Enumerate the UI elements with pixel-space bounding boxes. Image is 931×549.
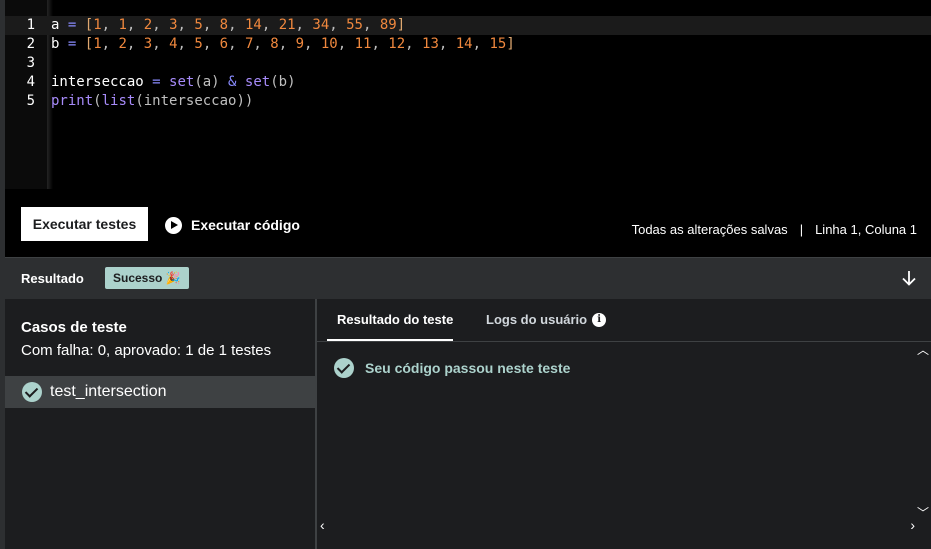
line-number: 3 — [26, 55, 35, 71]
code-text[interactable]: print(list(interseccao)) — [51, 92, 253, 111]
test-case-item[interactable]: test_intersection — [5, 376, 315, 408]
line-number: 4 — [26, 74, 35, 90]
scroll-down-icon[interactable]: ﹀ — [917, 504, 929, 521]
scroll-right-icon[interactable]: › — [910, 517, 915, 533]
code-line[interactable]: 2 b = [1, 2, 3, 4, 5, 6, 7, 8, 9, 10, 11,… — [5, 35, 931, 54]
pass-message-text: Seu código passou neste teste — [365, 360, 571, 376]
code-text[interactable]: b = [1, 2, 3, 4, 5, 6, 7, 8, 9, 10, 11, … — [51, 35, 515, 54]
code-line[interactable]: 4 interseccao = set(a) & set(b) — [5, 73, 931, 92]
tab-user-logs-label: Logs do usuário — [486, 312, 588, 327]
active-tab-indicator — [327, 339, 453, 341]
tab-user-logs[interactable]: Logs do usuário i — [486, 312, 607, 327]
test-output-panel: Resultado do teste Logs do usuário i Seu… — [317, 299, 931, 549]
save-status: Todas as alterações salvas — [631, 222, 788, 237]
tab-test-result[interactable]: Resultado do teste — [337, 312, 453, 327]
line-number: 1 — [26, 17, 35, 33]
output-tabs: Resultado do teste Logs do usuário i — [317, 299, 931, 342]
arrow-down-icon[interactable] — [901, 269, 917, 287]
info-icon[interactable]: i — [592, 312, 607, 327]
scroll-left-icon[interactable]: ‹ — [320, 517, 325, 533]
test-cases-summary: Com falha: 0, aprovado: 1 de 1 testes — [21, 342, 272, 359]
code-line[interactable]: 3 — [5, 54, 931, 73]
editor-status: Todas as alterações salvas | Linha 1, Co… — [632, 222, 917, 237]
code-text[interactable]: a = [1, 1, 2, 3, 5, 8, 14, 21, 34, 55, 8… — [51, 16, 405, 35]
scroll-up-icon[interactable]: ︿ — [917, 341, 929, 358]
run-tests-button[interactable]: Executar testes — [21, 207, 148, 241]
pass-message: Seu código passou neste teste — [334, 358, 570, 378]
code-line[interactable]: 5 print(list(interseccao)) — [5, 92, 931, 111]
line-number: 5 — [26, 93, 35, 109]
play-icon — [165, 216, 182, 234]
code-line[interactable]: 1 a = [1, 1, 2, 3, 5, 8, 14, 21, 34, 55, … — [5, 16, 931, 35]
test-cases-title: Casos de teste — [21, 319, 127, 336]
status-separator: | — [799, 222, 804, 237]
result-bar: Resultado Sucesso 🎉 — [5, 257, 931, 299]
run-code-button[interactable]: Executar código — [165, 215, 300, 235]
check-circle-icon — [334, 358, 354, 378]
run-code-label: Executar código — [191, 217, 300, 233]
test-case-label: test_intersection — [50, 383, 167, 400]
result-title: Resultado — [21, 271, 84, 286]
line-number: 2 — [26, 36, 35, 52]
editor-toolbar: Executar testes Executar código Todas as… — [5, 189, 931, 257]
status-badge: Sucesso 🎉 — [105, 267, 189, 289]
code-editor[interactable]: 1 a = [1, 1, 2, 3, 5, 8, 14, 21, 34, 55, … — [5, 0, 931, 189]
check-circle-icon — [22, 382, 42, 402]
tab-test-result-label: Resultado do teste — [337, 312, 454, 327]
cursor-position: Linha 1, Coluna 1 — [815, 222, 917, 237]
code-text[interactable]: interseccao = set(a) & set(b) — [51, 73, 296, 92]
test-cases-panel: Casos de teste Com falha: 0, aprovado: 1… — [5, 299, 315, 549]
